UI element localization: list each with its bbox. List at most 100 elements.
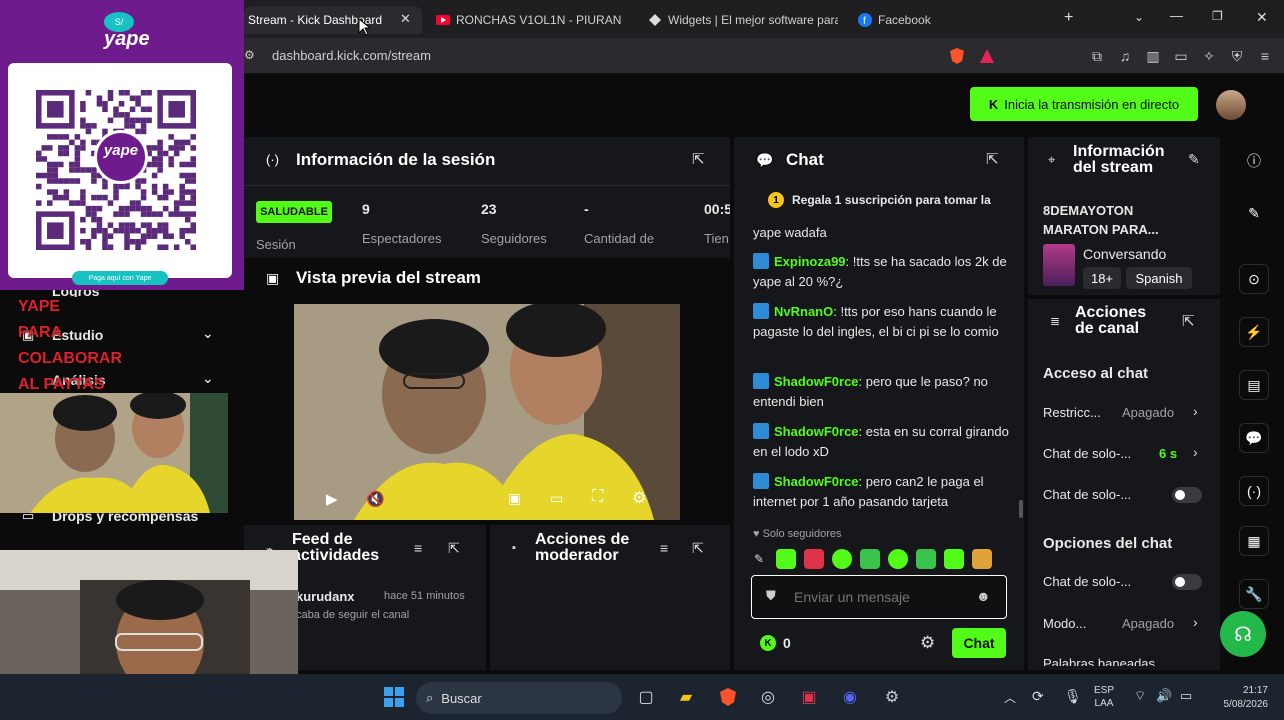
emote-icon[interactable]	[944, 549, 964, 569]
vpn-icon[interactable]: ⛨	[1226, 45, 1248, 67]
chat-username[interactable]: ShadowF0rce	[774, 474, 859, 489]
restriction-label[interactable]: Restricc...	[1043, 405, 1101, 420]
tag-chip[interactable]: 18+	[1083, 267, 1121, 289]
emote-icon[interactable]	[972, 549, 992, 569]
site-settings-icon[interactable]: ⚙	[244, 48, 255, 62]
close-tab-icon[interactable]: ✕	[400, 11, 411, 27]
emote-icon[interactable]	[916, 549, 936, 569]
support-headset-icon[interactable]: ☊	[1220, 611, 1266, 657]
chat-scrollbar[interactable]	[1019, 500, 1023, 518]
start-icon[interactable]	[378, 681, 410, 713]
volume-icon[interactable]: 🔊	[1156, 688, 1172, 704]
filter-icon[interactable]: ≡	[660, 540, 668, 556]
app-icon[interactable]: ◎	[752, 681, 784, 713]
banned-words-label[interactable]: Palabras baneadas	[1043, 656, 1155, 666]
emote-icon[interactable]	[888, 549, 908, 569]
maximize-icon[interactable]: ❐	[1212, 9, 1223, 23]
emote-icon[interactable]	[832, 549, 852, 569]
emote-icon[interactable]	[776, 549, 796, 569]
chat-username[interactable]: ShadowF0rce	[774, 424, 859, 439]
feed-item-user[interactable]: kurudanx	[296, 589, 355, 604]
tab-kick-dashboard[interactable]: Stream - Kick Dashboard ✕	[244, 6, 422, 34]
extensions-icon[interactable]: ⧉	[1086, 45, 1108, 67]
clock[interactable]: 21:17 5/08/2026	[1212, 684, 1269, 712]
task-view-icon[interactable]: ▢	[630, 681, 662, 713]
mute-icon[interactable]: 🔇	[366, 490, 385, 508]
battery-icon[interactable]: ▭	[1180, 688, 1192, 704]
chat-input[interactable]	[794, 586, 974, 608]
layout-icon[interactable]: ▦	[1239, 526, 1269, 556]
emote-icon[interactable]	[804, 549, 824, 569]
tab-ronchas[interactable]: RONCHAS V1OL1N - PIURAN	[436, 6, 626, 34]
theater-icon[interactable]: ▭	[550, 490, 563, 507]
emote-icon[interactable]	[860, 549, 880, 569]
popout-icon[interactable]: ⇱	[692, 540, 704, 557]
language-indicator[interactable]: ESP LAA	[1094, 684, 1114, 710]
edit-icon[interactable]: ✎	[1188, 151, 1200, 168]
avatar[interactable]	[1216, 90, 1246, 120]
pip-icon[interactable]: ▣	[508, 490, 521, 507]
close-window-icon[interactable]: ✕	[1256, 9, 1268, 26]
chat-username[interactable]: ShadowF0rce	[774, 374, 859, 389]
chat-icon[interactable]: 💬	[1239, 423, 1269, 453]
popout-icon[interactable]: ⇱	[448, 540, 460, 557]
fullscreen-icon[interactable]: ⛶	[592, 488, 603, 506]
chat-settings-icon[interactable]: ⚙	[920, 633, 935, 653]
play-icon[interactable]: ▶	[326, 490, 338, 508]
filter-icon[interactable]: ≡	[414, 540, 422, 556]
sidebar-toggle-icon[interactable]: ▥	[1142, 45, 1164, 67]
microphone-icon[interactable]: 🎙	[1064, 688, 1082, 705]
app-icon[interactable]: ▣	[793, 681, 825, 713]
popout-icon[interactable]: ⇱	[986, 150, 999, 168]
brave-shield-icon[interactable]	[946, 45, 968, 67]
document-icon[interactable]: ▤	[1239, 370, 1269, 400]
emote-picker-icon[interactable]: ✎	[754, 552, 768, 566]
category-name[interactable]: Conversando	[1083, 246, 1166, 262]
chevron-right-icon[interactable]: ›	[1193, 444, 1198, 460]
media-icon[interactable]: ♫	[1114, 45, 1136, 67]
wrench-icon[interactable]: 🔧	[1239, 579, 1269, 609]
slow-mode-label[interactable]: Chat de solo-...	[1043, 446, 1131, 461]
settings-icon[interactable]: ⚙	[876, 681, 908, 713]
discord-icon[interactable]: ◉	[834, 681, 866, 713]
settings-icon[interactable]: ⚙	[632, 488, 646, 508]
edit-icon[interactable]: ✎	[1239, 198, 1269, 228]
camera-icon[interactable]: ⊙	[1239, 264, 1269, 294]
chevron-right-icon[interactable]: ›	[1193, 614, 1198, 630]
pinned-message[interactable]: 1 Regala 1 suscripción para tomar la	[768, 190, 1016, 210]
chevron-down-icon[interactable]: ⌄	[202, 370, 214, 387]
taskbar-search[interactable]: ⌕ Buscar	[416, 682, 622, 714]
tag-chip[interactable]: Spanish	[1126, 267, 1192, 289]
mode-label[interactable]: Modo...	[1043, 616, 1086, 631]
chat-identity-icon[interactable]: ⛊	[766, 588, 776, 604]
lightning-icon[interactable]: ⚡	[1239, 317, 1269, 347]
minimize-icon[interactable]: —	[1170, 8, 1183, 23]
brave-browser-icon[interactable]	[712, 681, 744, 713]
brave-rewards-icon[interactable]	[976, 45, 998, 67]
popout-icon[interactable]: ⇱	[1182, 312, 1195, 330]
leo-ai-icon[interactable]: ✧	[1198, 45, 1220, 67]
stream-preview-video[interactable]: ▶ 🔇 ▣ ▭ ⛶ ⚙	[294, 304, 680, 520]
wifi-icon[interactable]: ⌔	[1134, 688, 1146, 704]
category-thumbnail[interactable]	[1043, 244, 1075, 286]
send-chat-button[interactable]: Chat	[952, 628, 1006, 658]
subs-chat-toggle[interactable]	[1172, 574, 1202, 590]
info-icon[interactable]: ⓘ	[1239, 146, 1269, 176]
menu-icon[interactable]: ≡	[1254, 45, 1276, 67]
chevron-down-icon[interactable]: ⌄	[202, 325, 214, 342]
chat-username[interactable]: NvRnanO	[774, 304, 833, 319]
followers-chat-toggle[interactable]	[1172, 487, 1202, 503]
chevron-right-icon[interactable]: ›	[1193, 403, 1198, 419]
emoji-icon[interactable]: ☻	[976, 588, 991, 604]
popout-icon[interactable]: ⇱	[692, 150, 705, 168]
url-field[interactable]: dashboard.kick.com/stream	[262, 44, 942, 68]
tray-chevron-icon[interactable]: ︿	[1004, 689, 1016, 706]
tab-widgets[interactable]: Widgets | El mejor software para	[648, 6, 838, 34]
tray-sync-icon[interactable]: ⟳	[1032, 688, 1044, 705]
new-tab-button[interactable]: +	[1064, 9, 1073, 27]
broadcast-icon[interactable]: (·)	[1239, 476, 1269, 506]
chat-username[interactable]: Expinoza99	[774, 254, 846, 269]
file-explorer-icon[interactable]: ▰	[670, 681, 702, 713]
wallet-icon[interactable]: ▭	[1170, 45, 1192, 67]
kick-points-icon[interactable]: K	[760, 635, 776, 651]
